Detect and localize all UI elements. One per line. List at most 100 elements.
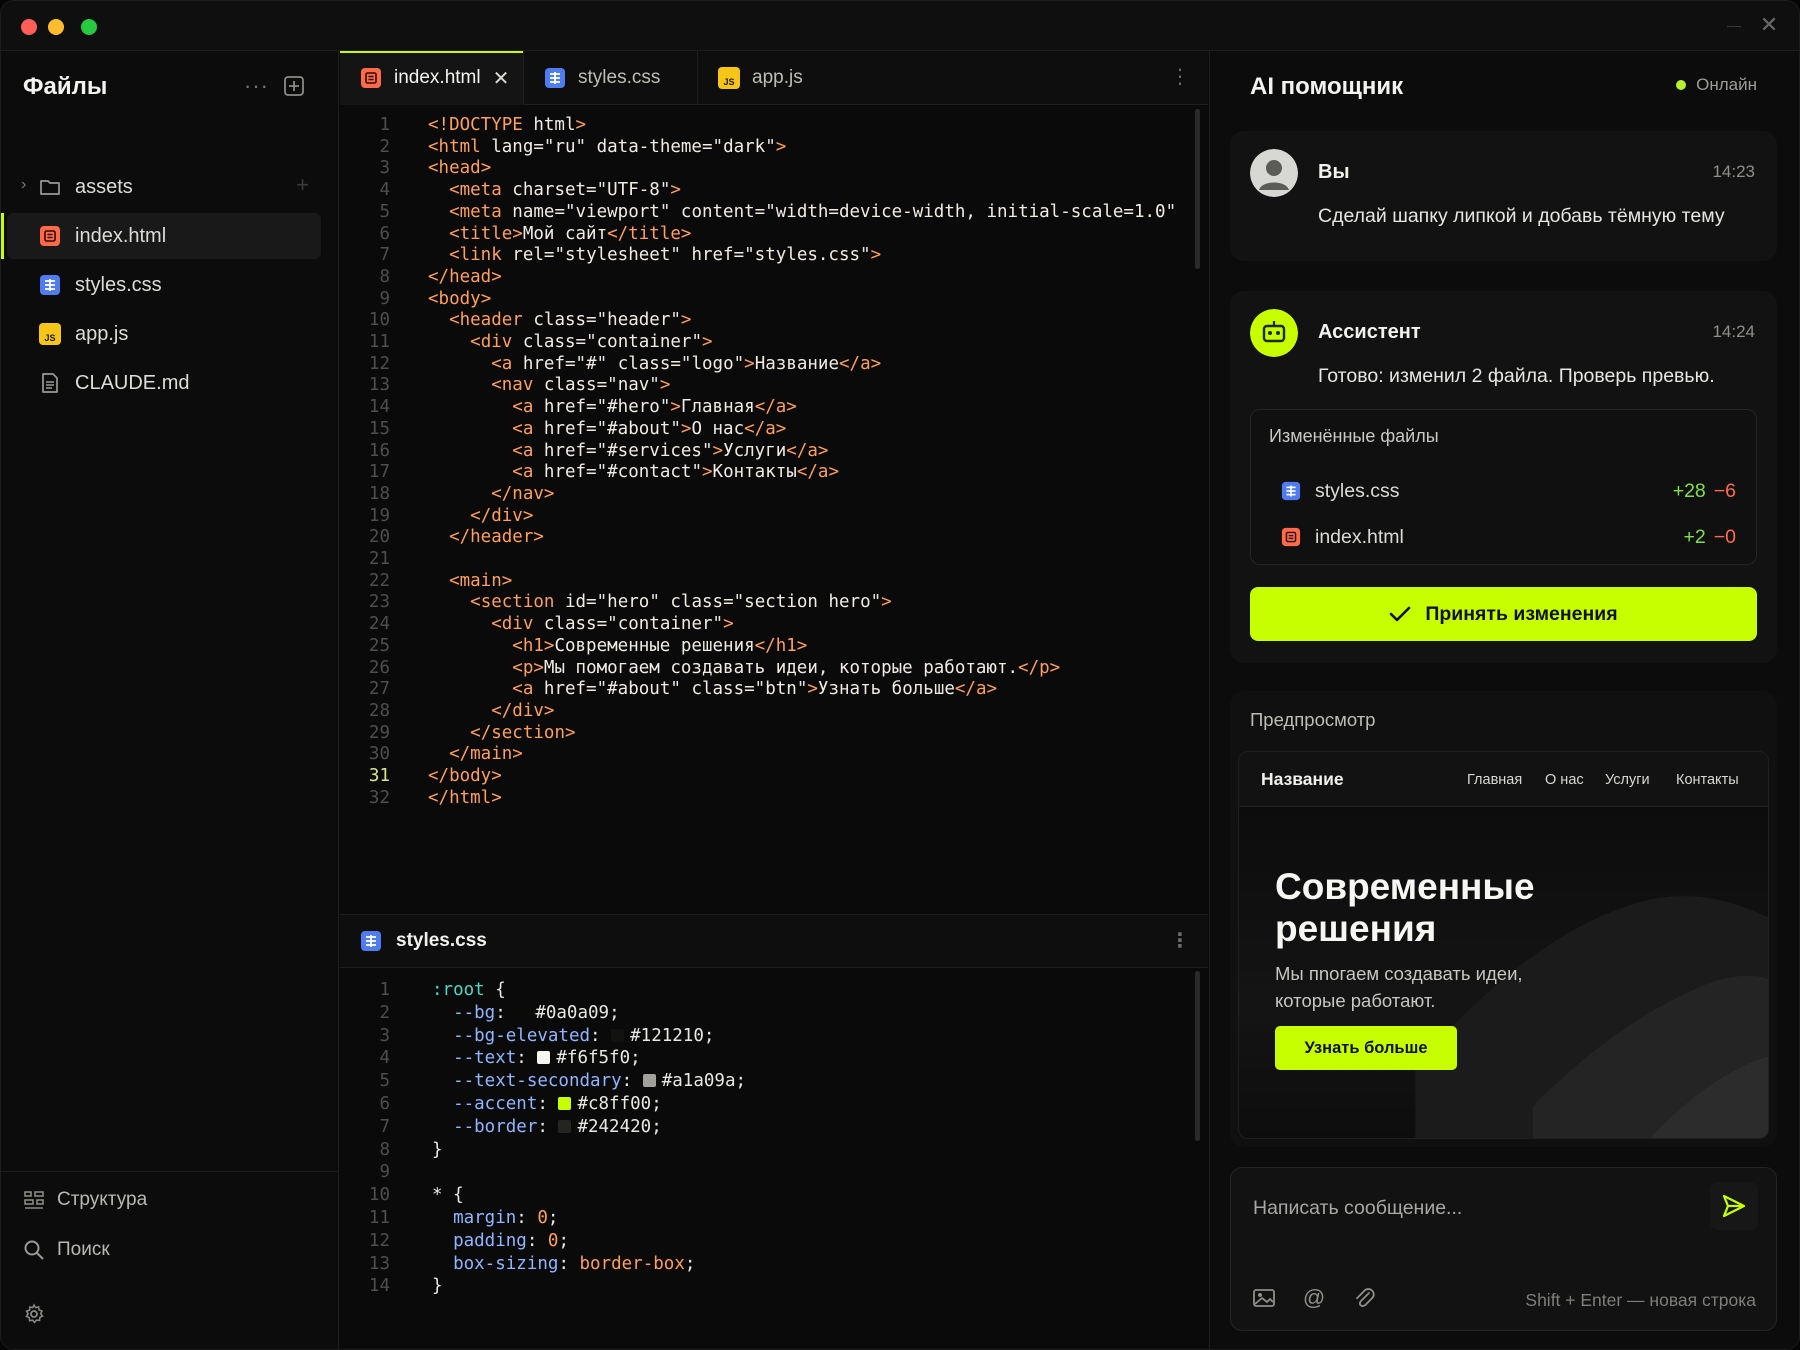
line-number: 11	[368, 1208, 390, 1228]
line-number: 2	[379, 1002, 390, 1023]
css-file-icon	[39, 274, 61, 296]
tab-index-html[interactable]: index.html ✕	[340, 51, 524, 105]
code-line: 4 --text: #f6f5f0;	[340, 1046, 1208, 1071]
sidebar-footer	[1, 1171, 338, 1172]
close-icon[interactable]: ✕	[1757, 13, 1781, 37]
changed-file-row[interactable]: styles.css +28 −6	[1281, 476, 1736, 506]
code-text: :root {	[432, 980, 506, 1000]
search-link[interactable]: Поиск	[23, 1239, 110, 1261]
changed-file-name: index.html	[1315, 525, 1404, 548]
image-icon[interactable]	[1251, 1285, 1277, 1311]
message-time: 14:24	[1712, 322, 1755, 341]
html-code-area[interactable]: 1 <!DOCTYPE html> 2 <html lang="ru" data-th…	[340, 113, 1208, 913]
code-line: 13 box-sizing: border-box;	[340, 1252, 1208, 1277]
file-label: CLAUDE.md	[75, 371, 190, 394]
line-number: 4	[379, 1048, 390, 1069]
site-preview[interactable]: Название Главная О нас Услуги Контакты С…	[1238, 751, 1769, 1139]
line-number: 5	[379, 1071, 390, 1092]
search-label: Поиск	[57, 1239, 110, 1260]
close-window-button[interactable]	[21, 19, 37, 35]
editor-menu-icon[interactable]: ⋮	[1170, 67, 1190, 87]
message-time: 14:23	[1712, 162, 1755, 181]
minimize-icon[interactable]	[1727, 26, 1741, 27]
preview-title: Предпросмотр	[1250, 709, 1376, 730]
line-number: 7	[379, 1116, 390, 1137]
color-swatch	[611, 1028, 625, 1042]
code-text: --accent: #c8ff00;	[453, 1094, 662, 1114]
title-bar: ✕	[1, 1, 1799, 51]
assistant-name: Ассистент	[1318, 321, 1421, 343]
line-number: 1	[379, 980, 390, 1000]
composer-hint: Shift + Enter — новая строка	[1525, 1290, 1756, 1310]
changed-file-name: styles.css	[1315, 479, 1400, 502]
css-scrollbar[interactable]	[1195, 971, 1200, 1141]
code-line: 5 --text-secondary: #a1a09a;	[340, 1069, 1208, 1094]
chevron-right-icon[interactable]: ›	[21, 176, 26, 194]
js-file-icon: JS	[39, 323, 61, 345]
tab-app-js[interactable]: JS app.js	[698, 51, 868, 105]
lines-removed: −0	[1713, 525, 1736, 548]
lines-added: +28	[1672, 479, 1706, 502]
preview-nav-link[interactable]: Контакты	[1676, 772, 1739, 788]
file-item-claude-md[interactable]: CLAUDE.md	[7, 360, 321, 406]
line-number: 9	[379, 1162, 390, 1183]
css-panel-menu-icon[interactable]: ⋮	[1170, 931, 1190, 951]
file-item-assets[interactable]: › assets +	[7, 164, 321, 210]
color-swatch	[516, 1005, 530, 1019]
maximize-window-button[interactable]	[81, 19, 97, 35]
code-line: 10 * {	[340, 1183, 1208, 1208]
preview-nav-link[interactable]: Услуги	[1605, 772, 1650, 788]
changed-files-box: Изменённые файлы styles.css +28 −6 index…	[1250, 409, 1757, 565]
line-number: 13	[368, 1253, 390, 1274]
markdown-file-icon	[39, 372, 61, 394]
user-avatar	[1250, 149, 1298, 197]
add-file-icon[interactable]: +	[296, 172, 309, 198]
preview-logo[interactable]: Название	[1261, 769, 1344, 790]
css-code-area[interactable]: 1:root {2 --bg: #0a0a09; 3 --bg-elevated:…	[340, 978, 1208, 1348]
code-editor: index.html ✕ styles.css JS app.js ⋮ 1 <!D…	[340, 51, 1208, 1349]
file-label: styles.css	[75, 273, 162, 296]
preview-paragraph: Мы пnогаем создавать идеи, которые работ…	[1275, 963, 1523, 1011]
color-swatch	[642, 1074, 656, 1088]
changed-file-row[interactable]: index.html +2 −0	[1281, 522, 1736, 552]
line-number: 14	[368, 1276, 390, 1297]
message-input[interactable]	[1251, 1194, 1681, 1222]
minimize-window-button[interactable]	[48, 19, 64, 35]
tab-styles-css[interactable]: styles.css	[524, 51, 698, 105]
app-window: ✕ Файлы ··· › assets + index.html styles.css…	[0, 0, 1800, 1350]
html-file-icon	[39, 225, 61, 247]
line-number: 8	[379, 1139, 390, 1160]
toggle-panel-icon[interactable]	[283, 75, 305, 97]
css-panel-header: styles.css ⋮	[340, 914, 1208, 968]
more-options-icon[interactable]: ···	[244, 73, 269, 99]
tab-label: app.js	[752, 67, 803, 88]
code-text: }	[432, 1276, 443, 1297]
preview-cta-button[interactable]: Узнать больше	[1275, 1026, 1457, 1070]
preview-nav-link[interactable]: Главная	[1467, 772, 1522, 788]
assistant-message-text: Готово: изменил 2 файла. Проверь превью.	[1318, 365, 1715, 387]
preview-nav-link[interactable]: О нас	[1545, 772, 1584, 788]
file-item-styles-css[interactable]: styles.css	[7, 262, 321, 308]
close-tab-icon[interactable]: ✕	[493, 66, 510, 91]
code-line: 9	[340, 1160, 1208, 1185]
send-button[interactable]	[1710, 1182, 1758, 1230]
file-item-index-html[interactable]: index.html	[1, 213, 321, 259]
code-text: padding: 0;	[453, 1230, 570, 1251]
assistant-avatar	[1250, 309, 1298, 357]
status-dot-icon	[1676, 80, 1687, 90]
file-label: assets	[75, 175, 133, 198]
mention-icon[interactable]: @	[1301, 1285, 1327, 1311]
code-text: --bg-elevated: #121210;	[453, 1025, 715, 1046]
editor-scrollbar[interactable]	[1195, 109, 1200, 269]
settings-gear-icon[interactable]	[23, 1303, 45, 1325]
code-line: 1 :root {	[340, 978, 1208, 1003]
lines-added: +2	[1683, 525, 1706, 548]
code-line: 12 padding: 0;	[340, 1229, 1208, 1254]
tab-label: styles.css	[578, 67, 661, 88]
code-text: --text-secondary: #a1a09a;	[453, 1071, 747, 1092]
file-item-app-js[interactable]: JS app.js	[7, 311, 321, 357]
paperclip-icon[interactable]	[1351, 1285, 1377, 1311]
code-line: 11 margin: 0;	[340, 1206, 1208, 1231]
structure-link[interactable]: Структура	[23, 1189, 147, 1211]
accept-changes-button[interactable]: Принять изменения	[1250, 587, 1757, 641]
